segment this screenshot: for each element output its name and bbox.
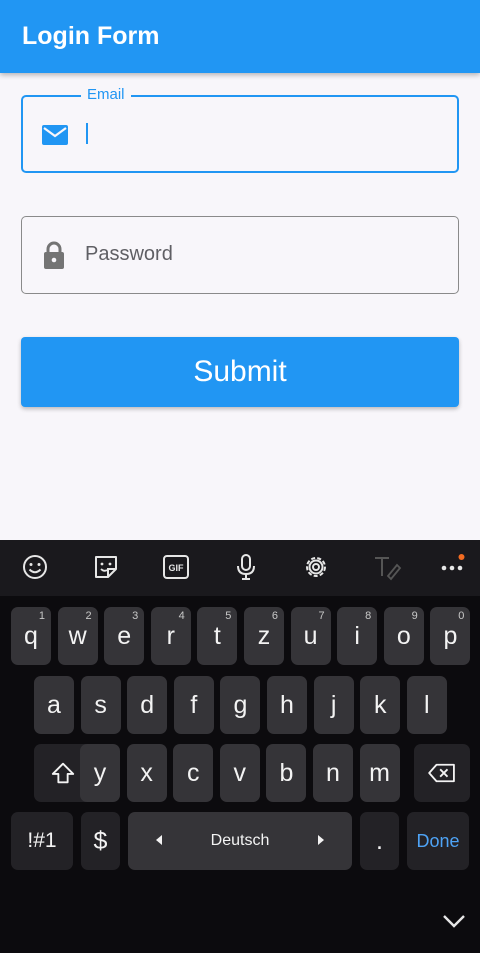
key-number-hint: 4 <box>178 610 185 622</box>
gif-icon[interactable]: GIF <box>161 552 191 582</box>
key-h[interactable]: h <box>267 676 307 734</box>
mic-icon[interactable] <box>231 552 261 582</box>
email-icon <box>41 122 69 148</box>
key-number-hint: 0 <box>458 610 465 622</box>
key-t[interactable]: t5 <box>197 607 238 665</box>
handwriting-icon <box>372 552 402 582</box>
app-title: Login Form <box>22 22 160 50</box>
key-c[interactable]: c <box>173 744 214 802</box>
key-label: k <box>373 690 387 719</box>
key-y[interactable]: y <box>80 744 120 802</box>
key-label: z <box>257 621 271 650</box>
key-label: g <box>233 690 248 719</box>
key-s[interactable]: s <box>80 676 121 734</box>
done-key[interactable]: Done <box>407 812 469 870</box>
key-j[interactable]: j <box>313 676 354 734</box>
text-cursor <box>86 123 88 144</box>
key-number-hint: 1 <box>38 610 45 622</box>
emoji-icon[interactable] <box>20 552 50 582</box>
key-b[interactable]: b <box>266 744 307 802</box>
gif-label: GIF <box>169 563 185 573</box>
key-m[interactable]: m <box>359 744 400 802</box>
key-q[interactable]: q1 <box>11 607 51 665</box>
keyboard-toolbar: GIF <box>0 540 480 596</box>
key-number-hint: 5 <box>225 610 232 622</box>
key-g[interactable]: g <box>220 676 261 734</box>
sticker-icon[interactable] <box>91 552 121 582</box>
key-label: c <box>186 758 200 787</box>
submit-button[interactable]: Submit <box>21 337 459 407</box>
key-label: u <box>303 621 318 650</box>
app-bar: Login Form <box>0 0 480 73</box>
key-number-hint: 8 <box>365 610 372 622</box>
password-placeholder: Password <box>85 243 173 265</box>
chevron-down-icon[interactable] <box>440 907 468 935</box>
key-label: m <box>369 758 390 787</box>
key-p[interactable]: p0 <box>430 607 471 665</box>
key-label: s <box>94 690 107 719</box>
key-label: t <box>213 621 221 650</box>
key-label: v <box>233 758 247 787</box>
email-field[interactable]: Email <box>21 86 459 173</box>
key-label: w <box>68 621 87 650</box>
key-r[interactable]: r4 <box>150 607 191 665</box>
key-label: f <box>190 690 198 719</box>
key-z[interactable]: z6 <box>244 607 284 665</box>
key-label: i <box>354 621 360 650</box>
key-number-hint: 6 <box>271 610 278 622</box>
key-number-hint: 2 <box>85 610 92 622</box>
key-label: e <box>117 621 132 650</box>
symbols-key[interactable]: !#1 <box>11 812 73 870</box>
key-label: h <box>280 690 294 719</box>
key-i[interactable]: i8 <box>337 607 378 665</box>
key-k[interactable]: k <box>360 676 401 734</box>
key-number-hint: 7 <box>318 610 325 622</box>
key-x[interactable]: x <box>126 744 167 802</box>
key-label: b <box>279 758 294 787</box>
email-label: Email <box>81 86 131 104</box>
cursor-right-icon <box>318 835 324 845</box>
key-a[interactable]: a <box>34 676 74 734</box>
key-label: o <box>396 621 411 650</box>
currency-key[interactable]: $ <box>81 812 120 870</box>
key-label: l <box>424 690 430 719</box>
key-label: p <box>443 621 458 650</box>
key-label: x <box>140 758 153 787</box>
key-n[interactable]: n <box>313 744 353 802</box>
key-label: y <box>93 758 107 787</box>
key-u[interactable]: u7 <box>290 607 331 665</box>
key-number-hint: 3 <box>132 610 139 622</box>
key-label: j <box>330 690 337 719</box>
key-v[interactable]: v <box>219 744 260 802</box>
space-key[interactable]: Deutsch <box>128 812 352 870</box>
settings-icon[interactable] <box>301 552 331 582</box>
lock-icon <box>40 240 68 269</box>
key-number-hint: 9 <box>411 610 418 622</box>
space-key-label: Deutsch <box>210 832 270 849</box>
key-d[interactable]: d <box>127 676 168 734</box>
key-label: a <box>47 690 61 719</box>
backspace-key[interactable] <box>414 744 470 802</box>
more-icon[interactable] <box>437 552 467 582</box>
period-key[interactable]: . <box>360 812 399 870</box>
key-label: d <box>140 690 155 719</box>
key-label: q <box>24 621 38 650</box>
key-label: n <box>326 758 340 787</box>
password-field[interactable]: Password <box>21 216 459 294</box>
key-w[interactable]: w2 <box>57 607 98 665</box>
key-o[interactable]: o9 <box>383 607 424 665</box>
key-label: r <box>166 621 175 650</box>
cursor-left-icon <box>156 835 162 845</box>
soft-keyboard: GIF !#1 $ Deutsch . Done q 1 w 2 e 3 r 4… <box>0 540 480 953</box>
key-f[interactable]: f <box>173 676 214 734</box>
key-e[interactable]: e3 <box>104 607 145 665</box>
key-l[interactable]: l <box>406 676 447 734</box>
